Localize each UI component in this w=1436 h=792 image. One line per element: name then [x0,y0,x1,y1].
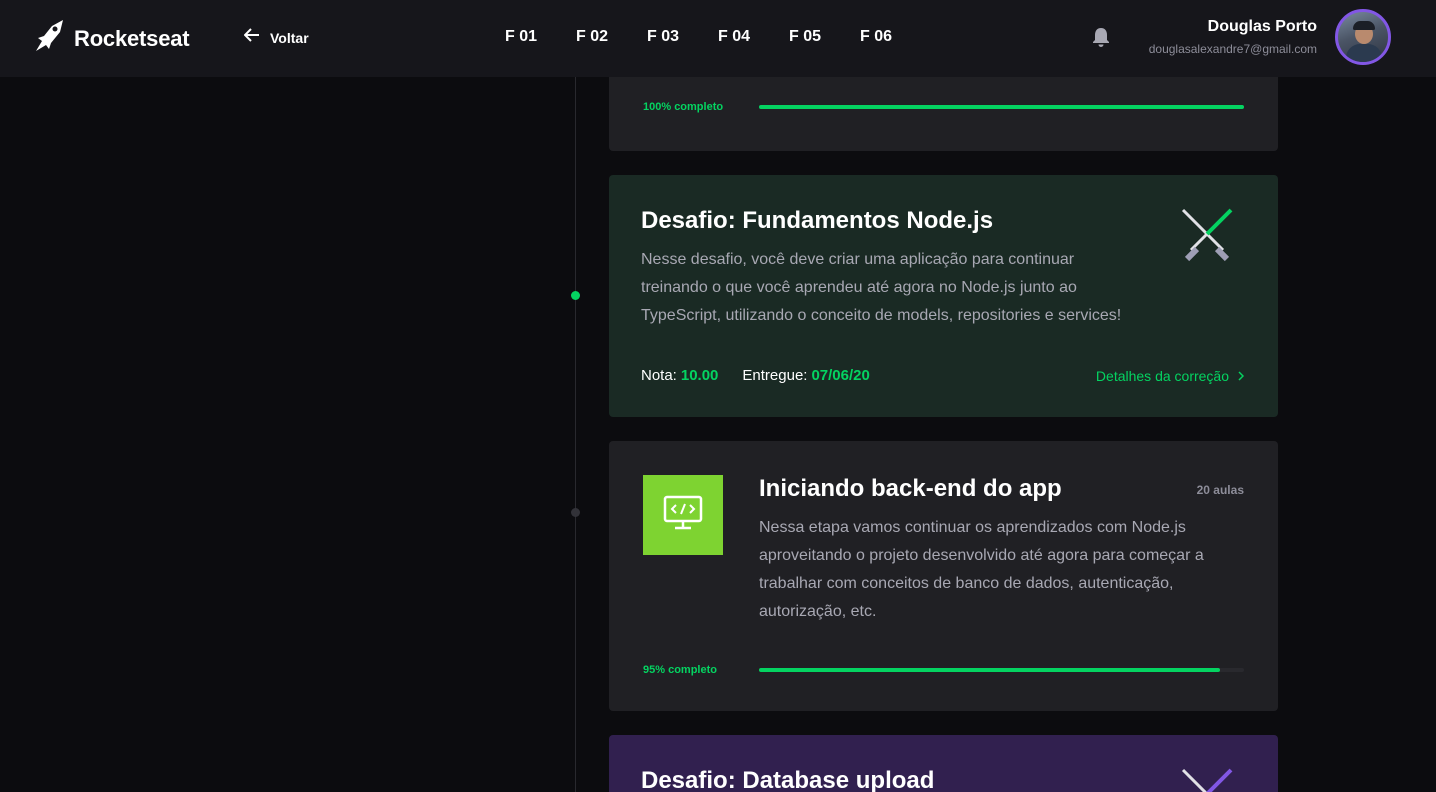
grade-value: 10.00 [680,367,719,384]
progress-bar [759,668,1244,672]
timeline-line [575,77,576,792]
module-description: Nessa etapa vamos continuar os aprendiza… [759,519,1204,620]
user-email: douglasalexandre7@gmail.com [1148,42,1317,56]
details-label: Detalhes da correção [1095,368,1229,384]
user-info[interactable]: Douglas Porto douglasalexandre7@gmail.co… [1149,18,1317,56]
phase-nav: F 01 F 02 F 03 F 04 F 05 F 06 [505,28,931,46]
nav-f02[interactable]: F 02 [576,28,609,46]
code-monitor-icon [663,495,703,536]
timeline-dot [571,508,580,517]
nav-f01[interactable]: F 01 [505,28,538,46]
back-button[interactable]: Voltar [243,28,309,47]
rocket-logo-icon [34,18,66,59]
chevron-right-icon [1238,368,1245,384]
challenge-card-next[interactable]: Desafio: Database upload [609,735,1278,792]
progress-row: 100% completo [643,101,1244,113]
correction-details-link[interactable]: Detalhes da correção [1095,368,1245,384]
nav-f03[interactable]: F 03 [647,28,680,46]
bell-icon[interactable] [1092,27,1110,52]
progress-bar [759,105,1244,109]
delivered-value: 07/06/20 [811,367,870,384]
delivered-label: Entregue: [742,367,808,384]
user-name: Douglas Porto [1207,18,1317,35]
challenge-title: Desafio: Database upload [641,767,935,792]
nav-f04[interactable]: F 04 [718,28,751,46]
challenge-description: Nesse desafio, você deve criar uma aplic… [641,251,1122,324]
progress-label: 100% completo [643,101,724,113]
progress-label: 95% completo [643,664,717,676]
brand-logo[interactable]: Rocketseat [34,18,190,59]
timeline-dot-active [571,291,580,300]
module-title: Iniciando back-end do app [759,475,1062,502]
progress-fill [759,105,1244,109]
arrow-left-icon [243,28,260,47]
grade-label: Nota: [641,367,677,384]
nav-f05[interactable]: F 05 [789,28,822,46]
crossed-lightsabers-icon [1177,765,1237,792]
progress-row: 95% completo [643,664,1244,676]
brand-name: Rocketseat [74,25,190,51]
challenge-meta: Nota: 10.00 Entregue: 07/06/20 [641,367,870,384]
challenge-card[interactable]: Desafio: Fundamentos Node.js Nesse desaf… [609,175,1278,417]
back-label: Voltar [270,29,309,46]
crossed-lightsabers-icon [1177,205,1237,270]
avatar[interactable] [1335,9,1391,65]
challenge-title: Desafio: Fundamentos Node.js [641,207,994,234]
top-bar: Rocketseat Voltar F 01 F 02 F 03 F 04 F … [0,0,1436,77]
nav-f06[interactable]: F 06 [860,28,893,46]
module-thumbnail [643,475,723,555]
progress-fill [759,668,1220,672]
lesson-count: 20 aulas [1196,483,1244,497]
module-card[interactable]: Iniciando back-end do app 20 aulas Nessa… [609,441,1278,711]
